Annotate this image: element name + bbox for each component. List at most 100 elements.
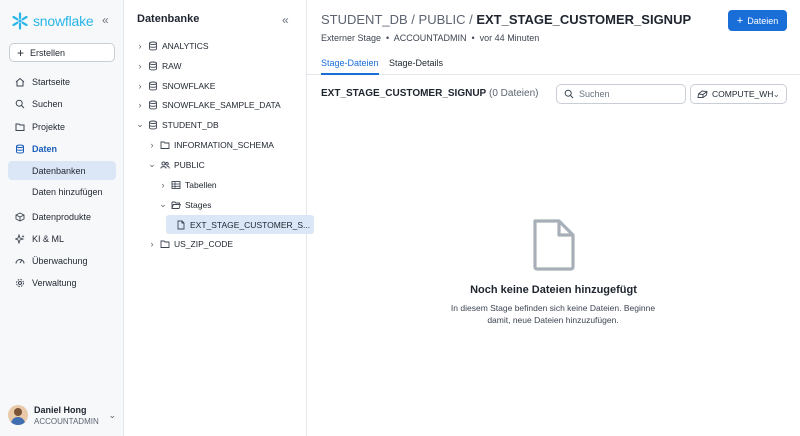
tree-item-information-schema[interactable]: › INFORMATION_SCHEMA <box>148 135 274 154</box>
nav-item-label: Suchen <box>32 98 63 109</box>
chevron-down-icon[interactable]: ⌄ <box>148 159 156 170</box>
tab-bar: Stage-Dateien Stage-Details <box>307 55 800 75</box>
database-icon <box>149 81 157 90</box>
nav-item-label: KI & ML <box>32 233 65 244</box>
tab-stage-files[interactable]: Stage-Dateien <box>321 58 379 75</box>
warehouse-icon <box>697 90 708 98</box>
chevron-right-icon[interactable]: › <box>148 140 156 150</box>
tree-item-snowflake[interactable]: › SNOWFLAKE <box>136 76 216 95</box>
nav-item-label: Verwaltung <box>32 277 77 288</box>
database-icon <box>149 41 157 50</box>
chevron-right-icon[interactable]: › <box>136 81 144 91</box>
tree-item-label: SNOWFLAKE_SAMPLE_DATA <box>162 99 281 110</box>
plus-icon: + <box>17 45 25 60</box>
nav-item-label: Daten <box>32 143 58 154</box>
tree-item-label: RAW <box>162 60 182 71</box>
ai-icon <box>15 233 25 244</box>
tree-item-public[interactable]: ⌄ PUBLIC <box>148 155 205 174</box>
tree-item-raw[interactable]: › RAW <box>136 56 182 75</box>
tree-item-snowflake-sample-data[interactable]: › SNOWFLAKE_SAMPLE_DATA <box>136 95 281 114</box>
search-icon <box>564 89 574 99</box>
folder-icon <box>15 123 25 131</box>
search-input[interactable] <box>579 89 674 99</box>
chevron-down-icon[interactable]: ⌄ <box>159 199 167 210</box>
stage-name: EXT_STAGE_CUSTOMER_SIGNUP <box>321 88 487 99</box>
empty-state-text: In diesem Stage befinden sich keine Date… <box>450 303 656 325</box>
database-icon <box>149 120 157 129</box>
snowflake-icon <box>12 12 28 30</box>
folder-icon <box>160 141 170 149</box>
chevron-right-icon[interactable]: › <box>136 100 144 110</box>
left-navigation: snowflake « + Erstellen Startseite Suche… <box>0 0 124 436</box>
tab-stage-details[interactable]: Stage-Details <box>389 58 443 75</box>
nav-item-data-products[interactable]: Datenprodukte <box>8 207 116 226</box>
nav-item-projects[interactable]: Projekte <box>8 117 116 136</box>
tree-item-analytics[interactable]: › ANALYTICS <box>136 36 209 55</box>
chevron-right-icon[interactable]: › <box>136 61 144 71</box>
search-icon <box>15 99 25 108</box>
collapse-nav-button[interactable]: « <box>102 14 108 26</box>
main-content: STUDENT_DB / PUBLIC / EXT_STAGE_CUSTOMER… <box>307 0 800 436</box>
user-role: ACCOUNTADMIN <box>34 416 99 426</box>
tree-item-label: INFORMATION_SCHEMA <box>174 139 274 150</box>
tree-item-label: Stages <box>185 199 212 210</box>
home-icon <box>15 77 25 86</box>
nav-item-monitoring[interactable]: Überwachung <box>8 251 116 270</box>
nav-subitem-databases[interactable]: Datenbanken <box>8 161 116 180</box>
chevron-down-icon[interactable]: ⌄ <box>136 119 144 130</box>
chevron-right-icon[interactable]: › <box>136 41 144 51</box>
nav-subitem-add-data[interactable]: Daten hinzufügen <box>8 182 116 201</box>
file-count: (0 Dateien) <box>489 88 539 99</box>
stage-subtitle: Externer Stage • ACCOUNTADMIN • vor 44 M… <box>321 33 540 43</box>
nav-subitem-label: Daten hinzufügen <box>32 186 103 197</box>
snowflake-logo[interactable]: snowflake <box>11 12 94 30</box>
nav-item-label: Datenprodukte <box>32 211 92 222</box>
users-icon <box>160 160 170 169</box>
tree-item-label: SNOWFLAKE <box>162 80 216 91</box>
brand-name: snowflake <box>33 13 94 29</box>
tree-item-label: STUDENT_DB <box>162 119 219 130</box>
add-files-button[interactable]: + Dateien <box>728 10 787 31</box>
tree-item-label: ANALYTICS <box>162 40 209 51</box>
database-icon <box>149 61 157 70</box>
add-files-label: Dateien <box>747 15 779 26</box>
nav-item-data[interactable]: Daten <box>8 139 116 158</box>
tree-item-stages[interactable]: ⌄ Stages <box>159 195 211 214</box>
tree-item-tables[interactable]: › Tabellen <box>159 175 217 194</box>
tree-item-label: PUBLIC <box>174 159 205 170</box>
database-icon <box>149 100 157 109</box>
tree-item-ext-stage-customer-signup[interactable]: EXT_STAGE_CUSTOMER_S... <box>166 215 315 234</box>
breadcrumb-db[interactable]: STUDENT_DB <box>321 12 408 27</box>
breadcrumb-schema[interactable]: PUBLIC <box>419 12 466 27</box>
empty-state-title: Noch keine Dateien hinzugefügt <box>470 284 637 296</box>
chevron-right-icon[interactable]: › <box>148 239 156 249</box>
chevron-right-icon[interactable]: › <box>159 180 167 190</box>
chevron-down-icon: ⌄ <box>108 410 116 420</box>
gauge-icon <box>15 258 25 264</box>
tree-title: Datenbanke <box>137 13 200 25</box>
nav-item-home[interactable]: Startseite <box>8 72 116 91</box>
user-menu[interactable]: Daniel Hong ACCOUNTADMIN ⌄ <box>8 402 118 428</box>
nav-item-ai-ml[interactable]: KI & ML <box>8 229 116 248</box>
create-button[interactable]: + Erstellen <box>9 43 115 62</box>
tree-item-student-db[interactable]: ⌄ STUDENT_DB <box>136 115 219 134</box>
search-box[interactable] <box>556 84 686 104</box>
user-name: Daniel Hong <box>34 404 87 415</box>
nav-item-administration[interactable]: Verwaltung <box>8 273 116 292</box>
file-icon <box>177 220 185 229</box>
cube-icon <box>15 211 25 222</box>
nav-item-label: Überwachung <box>32 255 88 266</box>
collapse-tree-button[interactable]: « <box>282 14 288 26</box>
empty-file-icon <box>531 218 577 274</box>
chevron-down-icon: ⌄ <box>772 89 780 99</box>
nav-item-search[interactable]: Suchen <box>8 94 116 113</box>
tree-item-us-zip-code[interactable]: › US_ZIP_CODE <box>148 234 234 253</box>
tree-item-label: US_ZIP_CODE <box>174 238 234 249</box>
warehouse-selector[interactable]: COMPUTE_WH ⌄ <box>690 84 787 104</box>
breadcrumb: STUDENT_DB / PUBLIC / EXT_STAGE_CUSTOMER… <box>321 12 691 27</box>
warehouse-name: COMPUTE_WH <box>712 89 774 99</box>
tree-item-label: EXT_STAGE_CUSTOMER_S... <box>190 219 311 230</box>
nav-item-label: Projekte <box>32 121 66 132</box>
plus-icon: + <box>736 14 744 27</box>
page-title: EXT_STAGE_CUSTOMER_SIGNUP <box>476 12 692 27</box>
